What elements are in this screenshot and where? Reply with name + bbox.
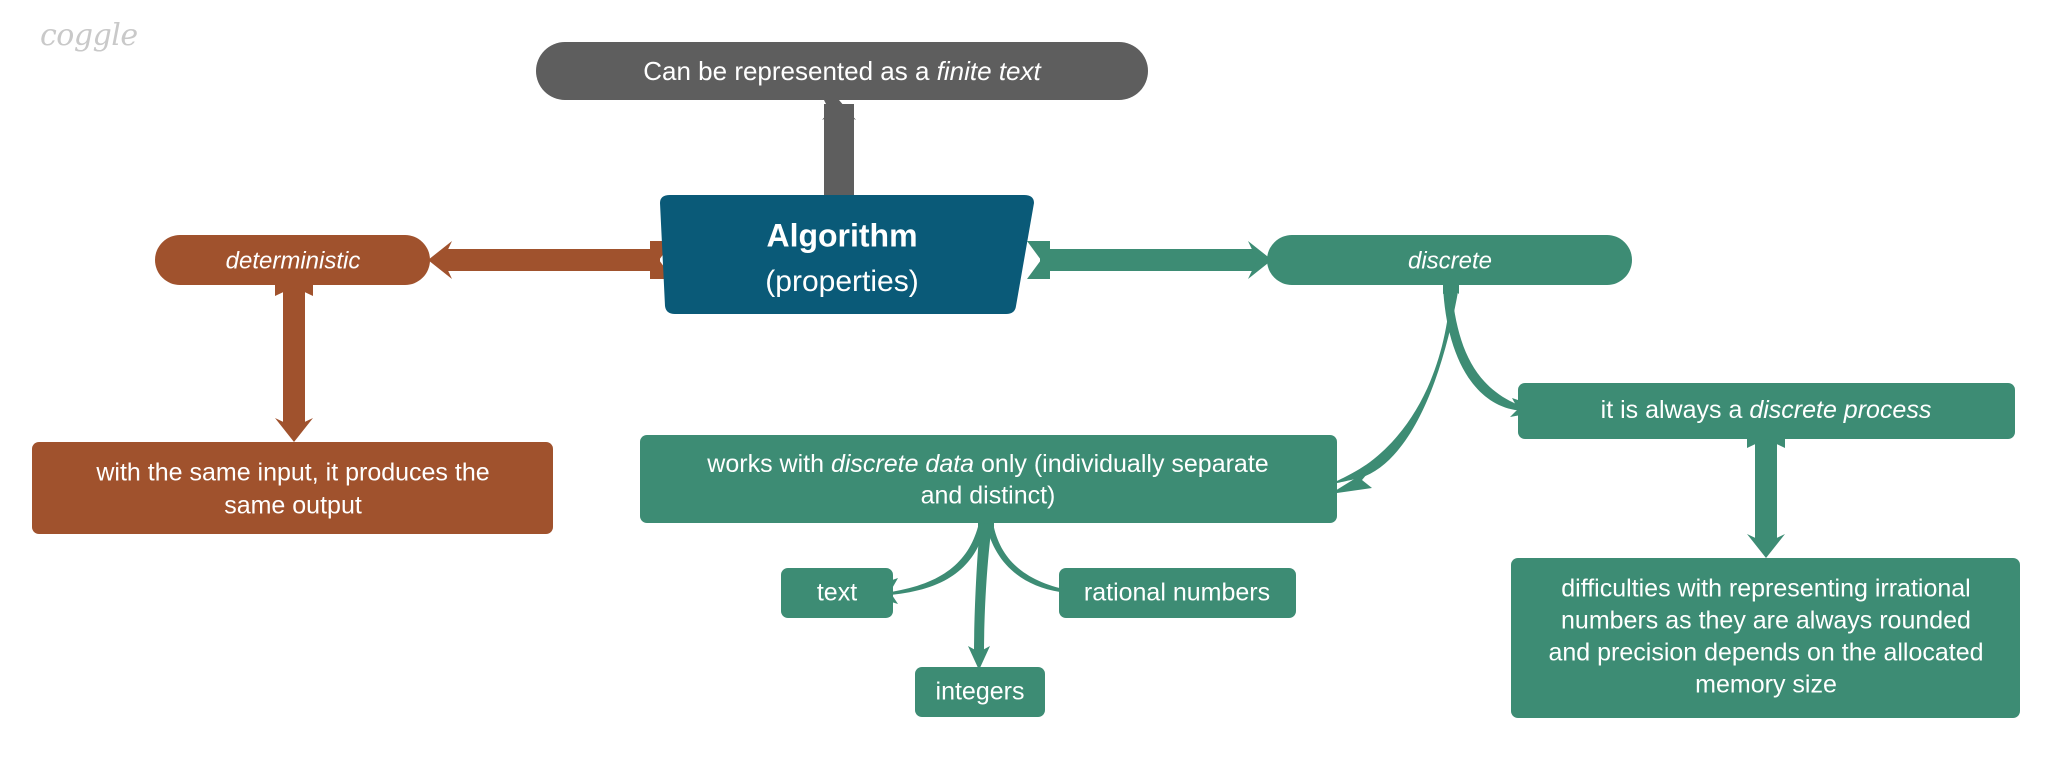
- node-discrete-data[interactable]: works with discrete data only (individua…: [640, 435, 1337, 523]
- node-same-output[interactable]: with the same input, it produces the sam…: [32, 442, 553, 534]
- node-irrational-line3: and precision depends on the allocated: [1548, 639, 1983, 667]
- node-discrete-data-l1c: only (individually separate: [974, 450, 1269, 478]
- node-discrete-process-part2: discrete process: [1749, 396, 1931, 424]
- svg-text:Can be represented as a finite: Can be represented as a finite text: [643, 56, 1042, 86]
- node-discrete-label: discrete: [1408, 247, 1492, 274]
- node-irrational-numbers[interactable]: difficulties with representing irrationa…: [1511, 558, 2020, 718]
- node-rational-numbers-leaf[interactable]: rational numbers: [1059, 568, 1296, 618]
- edge-process-to-irrational-shaft: [1755, 437, 1777, 543]
- node-finite-text-label-part2: finite text: [937, 56, 1043, 86]
- node-deterministic-label: deterministic: [226, 247, 361, 274]
- node-discrete-data-line2: and distinct): [921, 482, 1056, 510]
- node-root-label-line1: Algorithm: [766, 217, 917, 253]
- node-integers-label: integers: [936, 678, 1025, 706]
- node-discrete-data-l1b: discrete data: [831, 450, 974, 478]
- node-integers-leaf[interactable]: integers: [915, 667, 1045, 717]
- edge-discrete-to-discrete-data: [1331, 284, 1459, 485]
- node-irrational-line4: memory size: [1695, 671, 1837, 699]
- edge-deterministic-to-output-shaft: [283, 286, 305, 428]
- node-rational-numbers-label: rational numbers: [1084, 579, 1270, 607]
- node-same-output-line1: with the same input, it produces the: [95, 459, 489, 487]
- svg-text:it is always a discrete proces: it is always a discrete process: [1601, 396, 1932, 424]
- node-irrational-line1: difficulties with representing irrationa…: [1561, 575, 1970, 603]
- node-root-algorithm[interactable]: Algorithm (properties): [660, 195, 1034, 314]
- node-same-output-line2: same output: [224, 492, 362, 520]
- edge-root-to-discrete-shaft: [1040, 249, 1258, 271]
- node-finite-text[interactable]: Can be represented as a finite text: [536, 42, 1148, 100]
- svg-text:works with discrete data only: works with discrete data only (individua…: [706, 450, 1268, 478]
- edge-root-to-finite-text-shaft: [824, 104, 854, 194]
- edge-root-to-deterministic-shaft: [442, 249, 660, 271]
- node-discrete[interactable]: discrete: [1267, 235, 1632, 285]
- node-discrete-process-part1: it is always a: [1601, 396, 1750, 424]
- node-discrete-process[interactable]: it is always a discrete process: [1518, 383, 2015, 439]
- node-root-label-line2: (properties): [765, 265, 918, 298]
- node-finite-text-label-part1: Can be represented as a: [643, 56, 936, 86]
- edge-root-to-discrete-tail: [1027, 241, 1050, 279]
- node-text-leaf[interactable]: text: [781, 568, 893, 618]
- node-irrational-line2: numbers as they are always rounded: [1561, 607, 1971, 635]
- node-discrete-data-l1a: works with: [706, 450, 831, 478]
- node-deterministic[interactable]: deterministic: [155, 235, 430, 285]
- edge-data-to-text: [879, 523, 986, 596]
- node-text-leaf-label: text: [817, 579, 857, 607]
- mindmap-canvas: Can be represented as a finite text Algo…: [32, 42, 2020, 718]
